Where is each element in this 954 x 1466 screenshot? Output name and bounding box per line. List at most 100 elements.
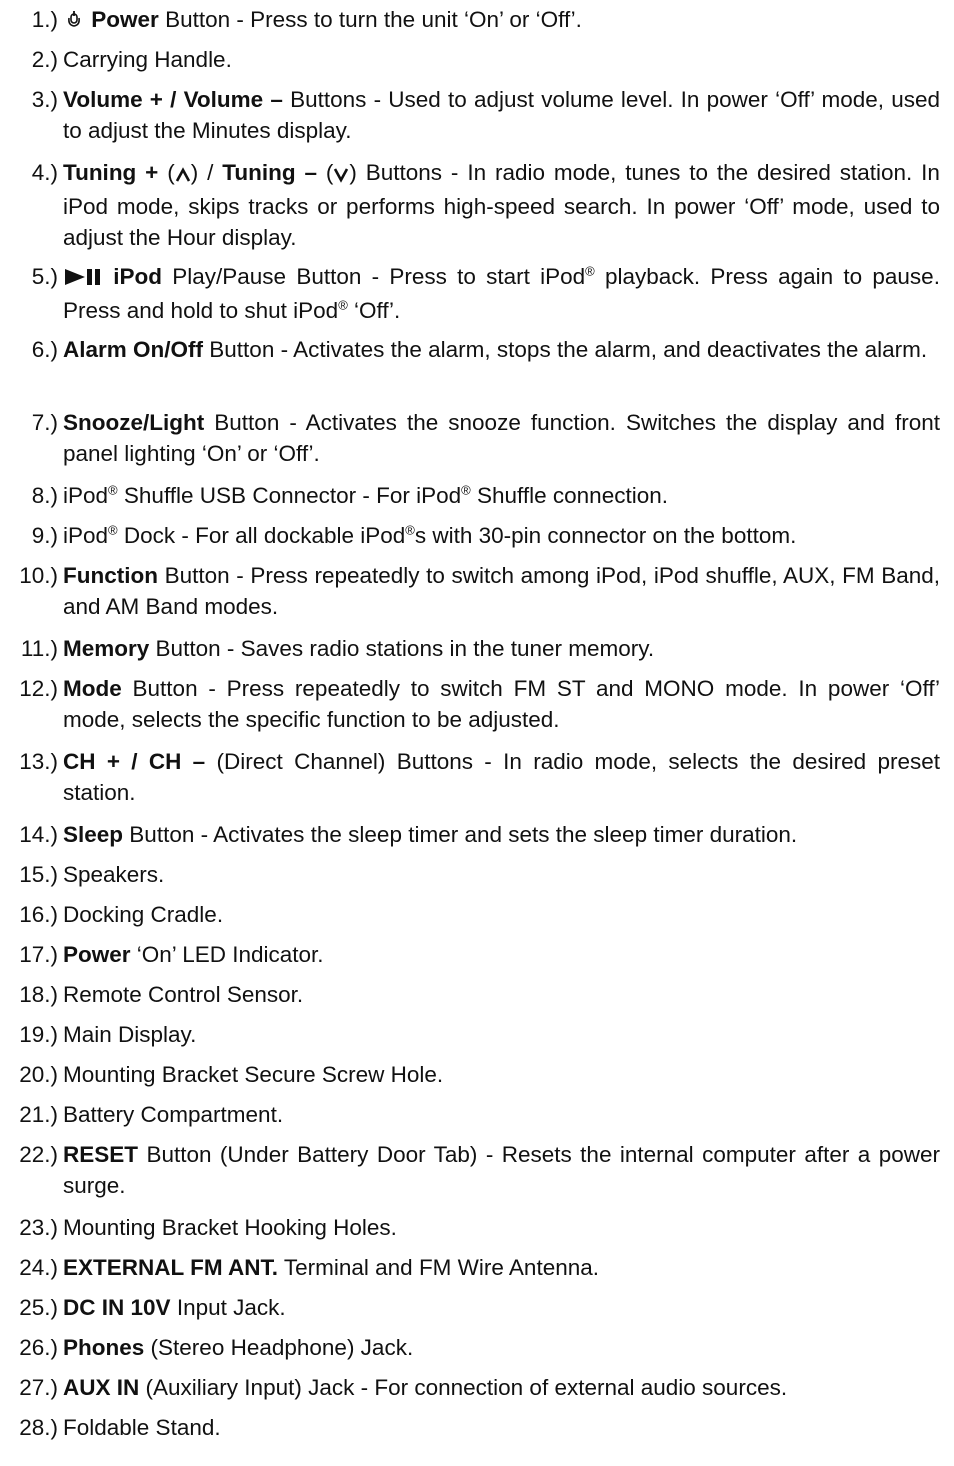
item-title: Phones	[63, 1335, 145, 1360]
item-text-part: Shuffle USB Connector - For iPod	[123, 483, 462, 508]
item-body: Carrying Handle.	[63, 44, 940, 75]
item-body: Alarm On/Off Button - Activates the alar…	[63, 334, 940, 365]
item-body: Speakers.	[63, 859, 940, 890]
item-body: Mounting Bracket Secure Screw Hole.	[63, 1059, 940, 1090]
item-title: DC IN 10V	[63, 1295, 171, 1320]
item-number: 18.)	[19, 982, 58, 1007]
item-text: Docking Cradle.	[63, 902, 224, 927]
item-number: 9.)	[31, 523, 58, 548]
item-body: Phones (Stereo Headphone) Jack.	[63, 1332, 940, 1363]
item-text: Play/Pause Button - Press to start iPod ®…	[63, 264, 940, 323]
item-text-part: iPod	[63, 483, 109, 508]
item-number: 22.)	[19, 1142, 58, 1167]
item-body: Snooze/Light Button - Activates the snoo…	[63, 407, 940, 469]
item-number: 28.)	[19, 1415, 58, 1440]
item-title: Sleep	[63, 822, 124, 847]
item-text: Battery Compartment.	[63, 1102, 284, 1127]
item-title: Tuning +	[63, 160, 159, 185]
item-text: (Auxiliary Input) Jack - For connection …	[145, 1375, 788, 1400]
chevron-up-icon	[175, 160, 191, 191]
item-number: 25.)	[19, 1295, 58, 1320]
item-text-part: iPod	[63, 523, 109, 548]
item-text-part: Shuffle connection.	[477, 483, 668, 508]
item-text: Button - Activates the sleep timer and s…	[129, 822, 798, 847]
item-number: 23.)	[19, 1215, 58, 1240]
item-text: iPod® Dock - For all dockable iPod®s wit…	[63, 523, 796, 548]
item-number: 16.)	[19, 902, 58, 927]
item-body: CH + / CH – (Direct Channel) Buttons - I…	[63, 746, 940, 808]
item-text-part: Dock - For all dockable iPod	[123, 523, 406, 548]
item-body: Memory Button - Saves radio stations in …	[63, 633, 940, 664]
item-text: Speakers.	[63, 862, 165, 887]
registered-mark: ®	[108, 482, 118, 498]
paren-open: (	[167, 160, 175, 185]
item-number: 27.)	[19, 1375, 58, 1400]
item-body: Foldable Stand.	[63, 1412, 940, 1443]
registered-mark: ®	[108, 522, 118, 538]
item-body: iPod® Dock - For all dockable iPod®s wit…	[63, 520, 940, 551]
item-text-part: Play/Pause Button - Press to start iPod	[172, 264, 586, 289]
item-number: 26.)	[19, 1335, 58, 1360]
item-text: Button (Under Battery Door Tab) - Resets…	[63, 1142, 940, 1198]
item-text-part: ‘Off’.	[354, 298, 401, 323]
item-number: 20.)	[19, 1062, 58, 1087]
registered-mark: ®	[338, 297, 348, 313]
item-text: Mounting Bracket Secure Screw Hole.	[63, 1062, 444, 1087]
item-title: Volume + / Volume –	[63, 87, 283, 112]
item-title: iPod	[113, 264, 162, 289]
item-text-part: s with 30-pin connector on the bottom.	[414, 523, 797, 548]
item-number: 10.)	[19, 563, 58, 588]
item-text: Remote Control Sensor.	[63, 982, 304, 1007]
item-body: Battery Compartment.	[63, 1099, 940, 1130]
item-title: Mode	[63, 676, 122, 701]
item-title: AUX IN	[63, 1375, 140, 1400]
item-text: Main Display.	[63, 1022, 197, 1047]
item-title: EXTERNAL FM ANT.	[63, 1255, 279, 1280]
item-body: Mode Button - Press repeatedly to switch…	[63, 673, 940, 735]
item-text: Carrying Handle.	[63, 47, 232, 72]
item-body: Remote Control Sensor.	[63, 979, 940, 1010]
item-text: Button - Press repeatedly to switch FM S…	[63, 676, 940, 732]
item-title: Power	[91, 7, 159, 32]
item-title: Alarm On/Off	[63, 337, 204, 362]
item-number: 11.)	[20, 636, 58, 661]
item-text: Input Jack.	[176, 1295, 286, 1320]
item-title-2: Tuning –	[222, 160, 317, 185]
item-body: AUX IN (Auxiliary Input) Jack - For conn…	[63, 1372, 940, 1403]
item-number: 13.)	[19, 749, 58, 774]
item-body: EXTERNAL FM ANT. Terminal and FM Wire An…	[63, 1252, 940, 1283]
item-body: RESET Button (Under Battery Door Tab) - …	[63, 1139, 940, 1201]
item-text: iPod® Shuffle USB Connector - For iPod® …	[63, 483, 668, 508]
item-text: Foldable Stand.	[63, 1415, 221, 1440]
item-title: CH + / CH –	[63, 749, 206, 774]
item-text: (Stereo Headphone) Jack.	[150, 1335, 414, 1360]
paren-close: )	[190, 160, 199, 185]
item-number: 19.)	[19, 1022, 58, 1047]
item-number: 14.)	[19, 822, 58, 847]
item-title: Memory	[63, 636, 150, 661]
item-number: 3.)	[31, 87, 58, 112]
item-number: 2.)	[31, 47, 58, 72]
item-number: 7.)	[31, 410, 58, 435]
paren-open: (	[325, 160, 334, 185]
item-number: 8.)	[31, 483, 58, 508]
power-icon	[63, 7, 85, 38]
item-title: RESET	[63, 1142, 139, 1167]
item-number: 1.)	[31, 7, 58, 32]
item-number: 17.)	[19, 942, 58, 967]
paren-close: )	[349, 160, 357, 185]
item-number: 4.)	[31, 160, 58, 185]
item-text: ‘On’ LED Indicator.	[136, 942, 324, 967]
item-text: Button - Press repeatedly to switch amon…	[63, 563, 940, 619]
separator: /	[207, 160, 214, 185]
item-number: 12.)	[19, 676, 58, 701]
item-number: 15.)	[19, 862, 58, 887]
item-body: Mounting Bracket Hooking Holes.	[63, 1212, 940, 1243]
item-body: Power ‘On’ LED Indicator.	[63, 939, 940, 970]
item-number: 24.)	[19, 1255, 58, 1280]
item-number: 5.)	[31, 264, 58, 289]
item-title: Power	[63, 942, 131, 967]
chevron-down-icon	[333, 160, 349, 191]
registered-mark: ®	[461, 482, 471, 498]
item-body: iPod Play/Pause Button - Press to start …	[63, 261, 940, 326]
